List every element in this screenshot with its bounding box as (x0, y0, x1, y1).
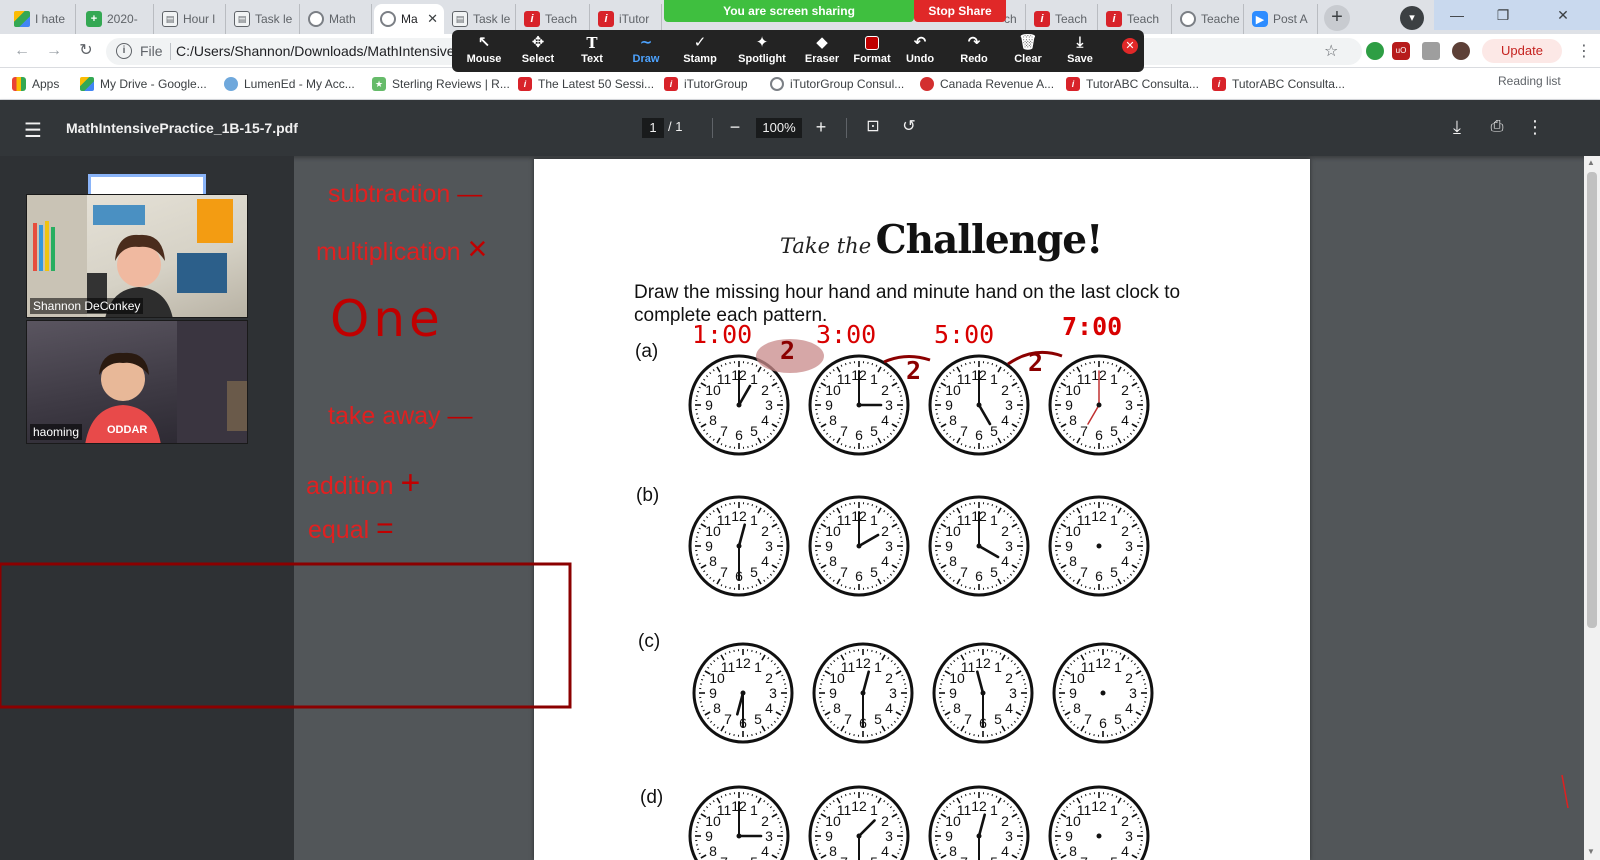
vertical-scrollbar[interactable]: ▲ ▼ (1584, 156, 1600, 860)
scroll-down-icon[interactable]: ▼ (1587, 847, 1595, 856)
ink-gap-3: 2 (1028, 348, 1044, 377)
ink-strokes-layer (0, 339, 1569, 809)
ink-rectangle (0, 562, 572, 709)
ink-stroke-edge (1561, 774, 1569, 809)
ink-gap-1: 2 (780, 336, 796, 365)
screen: I hate +2020- ▤ Hour l ▤ Task le Math Ma ✕ … (0, 0, 1600, 860)
ink-gap-2: 2 (906, 356, 922, 385)
scroll-up-icon[interactable]: ▲ (1587, 158, 1595, 167)
scroll-thumb[interactable] (1587, 172, 1597, 628)
